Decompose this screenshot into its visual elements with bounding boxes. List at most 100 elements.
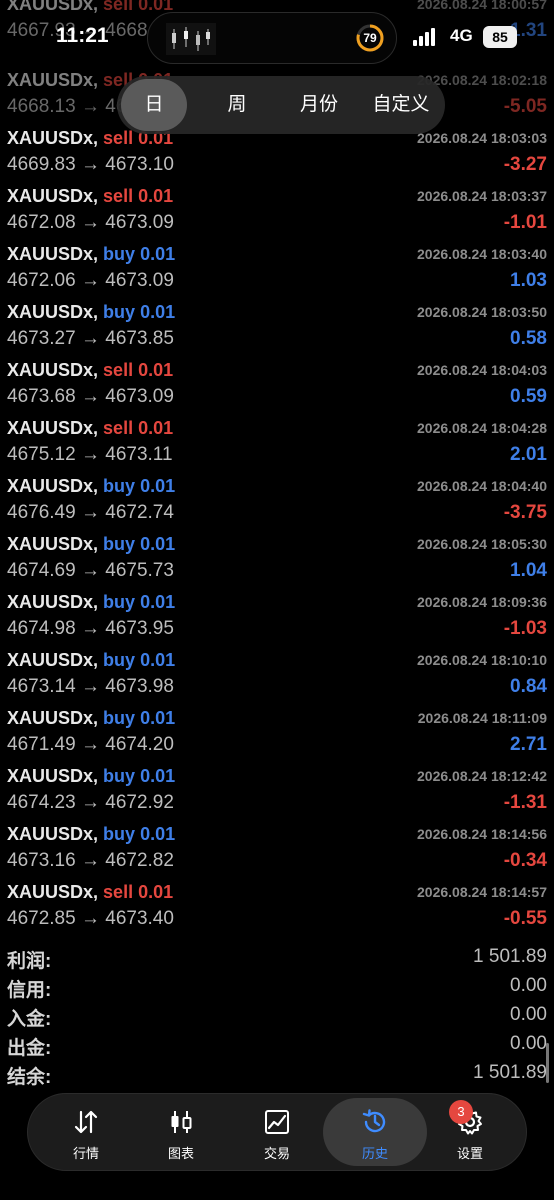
nav-label: 历史 (361, 1146, 388, 1161)
trade-prices: 4675.12 → 4673.11 (7, 443, 173, 467)
open-price: 4674.69 (7, 560, 76, 581)
trade-time: 2026.08.24 18:05:30 (417, 536, 547, 552)
dynamic-island[interactable]: 79 (147, 12, 397, 64)
trade-title: XAUUSDx, buy 0.01 (7, 707, 175, 729)
symbol-name: XAUUSDx (7, 592, 94, 612)
trade-row[interactable]: XAUUSDx, sell 0.01 2026.08.24 18:04:28 467… (0, 417, 554, 475)
arrow-right-icon: → (75, 792, 106, 813)
symbol-name: XAUUSDx (7, 418, 94, 438)
trade-title: XAUUSDx, buy 0.01 (7, 533, 175, 555)
trade-profit: 0.58 (510, 328, 547, 349)
trade-row[interactable]: XAUUSDx, buy 0.01 2026.08.24 18:03:40 4672… (0, 243, 554, 301)
trade-row[interactable]: XAUUSDx, buy 0.01 2026.08.24 18:10:10 4673… (0, 649, 554, 707)
trade-time: 2026.08.24 18:03:50 (417, 304, 547, 320)
trade-prices: 4673.27 → 4673.85 (7, 327, 174, 351)
trade-prices: 4672.85 → 4673.40 (7, 907, 174, 931)
trade-profit: 0.59 (510, 386, 547, 407)
trade-profit: -1.03 (503, 618, 547, 639)
trade-row[interactable]: XAUUSDx, sell 0.01 2026.08.24 18:04:03 467… (0, 359, 554, 417)
arrow-right-icon: → (75, 850, 106, 871)
trade-time: 2026.08.24 18:14:56 (417, 826, 547, 842)
trade-profit: -5.05 (503, 96, 547, 117)
trade-row[interactable]: XAUUSDx, sell 0.01 2026.08.24 18:03:37 467… (0, 185, 554, 243)
symbol-name: XAUUSDx (7, 708, 94, 728)
trade-row[interactable]: XAUUSDx, buy 0.01 2026.08.24 18:12:42 4674… (0, 765, 554, 823)
trade-title: XAUUSDx, sell 0.01 (7, 881, 173, 903)
nav-quotes[interactable]: 行情 (38, 1094, 134, 1170)
trade-row[interactable]: XAUUSDx, buy 0.01 2026.08.24 18:09:36 4674… (0, 591, 554, 649)
close-price: 4673.11 (105, 444, 173, 465)
candlestick-icon (171, 1111, 192, 1133)
trade-prices: 4674.69 → 4675.73 (7, 559, 174, 583)
trade-profit: -3.75 (503, 502, 547, 523)
summary-row-profit: 利润: 1 501.89 (0, 946, 554, 974)
trade-time: 2026.08.24 18:04:28 (417, 420, 547, 436)
trade-side: sell (103, 418, 134, 438)
trade-row[interactable]: XAUUSDx, buy 0.01 2026.08.24 18:14:56 4673… (0, 823, 554, 881)
trade-side: buy (103, 766, 136, 786)
status-time: 11:21 (56, 24, 109, 47)
nav-charts[interactable]: 图表 (133, 1094, 229, 1170)
nav-history[interactable]: 历史 (323, 1098, 427, 1166)
symbol-name: XAUUSDx (7, 360, 94, 380)
trade-side: buy (103, 592, 136, 612)
separator: , (93, 650, 104, 670)
trade-time: 2026.08.24 18:03:37 (417, 188, 547, 204)
trade-profit: -0.34 (503, 850, 547, 871)
trade-side: buy (103, 708, 136, 728)
summary-row-credit: 信用: 0.00 (0, 975, 554, 1003)
separator: , (93, 882, 104, 902)
summary-value: 1 501.89 (473, 946, 547, 967)
open-price: 4673.14 (7, 676, 76, 697)
trade-row[interactable]: XAUUSDx, buy 0.01 2026.08.24 18:03:50 4673… (0, 301, 554, 359)
open-price: 4673.27 (7, 328, 76, 349)
summary-row-balance: 结余: 1 501.89 (0, 1062, 554, 1090)
trade-prices: 4673.16 → 4672.82 (7, 849, 174, 873)
trade-row[interactable]: XAUUSDx, buy 0.01 2026.08.24 18:04:40 4676… (0, 475, 554, 533)
trade-profit: 2.71 (510, 734, 547, 755)
trade-title: XAUUSDx, sell 0.01 (7, 417, 173, 439)
trade-row[interactable]: XAUUSDx, buy 0.01 2026.08.24 18:05:30 4674… (0, 533, 554, 591)
period-selector: 日 周 月份 自定义 (117, 76, 445, 134)
trade-title: XAUUSDx, buy 0.01 (7, 649, 175, 671)
trade-prices: 4672.06 → 4673.09 (7, 269, 174, 293)
trade-volume: 0.01 (140, 476, 176, 496)
nav-label: 交易 (263, 1146, 290, 1161)
trade-side: sell (103, 882, 134, 902)
tab-day[interactable]: 日 (121, 79, 187, 131)
trade-prices: 4673.14 → 4673.98 (7, 675, 174, 699)
trade-row[interactable]: XAUUSDx, buy 0.01 2026.08.24 18:11:09 4671… (0, 707, 554, 765)
summary-label: 结余: (7, 1067, 52, 1088)
close-price: 4673.09 (105, 212, 174, 233)
arrow-right-icon: → (75, 502, 106, 523)
symbol-name: XAUUSDx (7, 476, 94, 496)
battery-level: 85 (483, 26, 517, 48)
nav-trade[interactable]: 交易 (229, 1094, 325, 1170)
island-badge-value: 79 (363, 31, 377, 45)
symbol-name: XAUUSDx (7, 244, 94, 264)
summary-value: 0.00 (510, 1033, 547, 1054)
tab-custom[interactable]: 自定义 (361, 76, 441, 134)
trade-time: 2026.08.24 18:14:57 (417, 884, 547, 900)
trade-prices: 4674.98 → 4673.95 (7, 617, 174, 641)
scroll-indicator[interactable] (546, 1043, 549, 1083)
tab-week[interactable]: 周 (201, 76, 273, 134)
tab-month[interactable]: 月份 (283, 76, 355, 134)
summary-value: 0.00 (510, 1004, 547, 1025)
summary-label: 入金: (7, 1009, 52, 1030)
trade-side: buy (103, 824, 136, 844)
arrow-right-icon: → (75, 560, 106, 581)
close-price: 4673.40 (105, 908, 174, 929)
separator: , (93, 302, 104, 322)
trade-title: XAUUSDx, buy 0.01 (7, 475, 175, 497)
trade-row[interactable]: XAUUSDx, sell 0.01 2026.08.24 18:03:03 466… (0, 127, 554, 185)
close-price: 4673.98 (105, 676, 174, 697)
separator: , (93, 708, 104, 728)
open-price: 4673.68 (7, 386, 76, 407)
arrow-right-icon: → (75, 618, 106, 639)
trade-row[interactable]: XAUUSDx, sell 0.01 2026.08.24 18:14:57 467… (0, 881, 554, 939)
separator: , (93, 186, 104, 206)
arrow-right-icon: → (75, 328, 106, 349)
open-price: 4673.16 (7, 850, 76, 871)
open-price: 4668.13 (7, 96, 76, 117)
